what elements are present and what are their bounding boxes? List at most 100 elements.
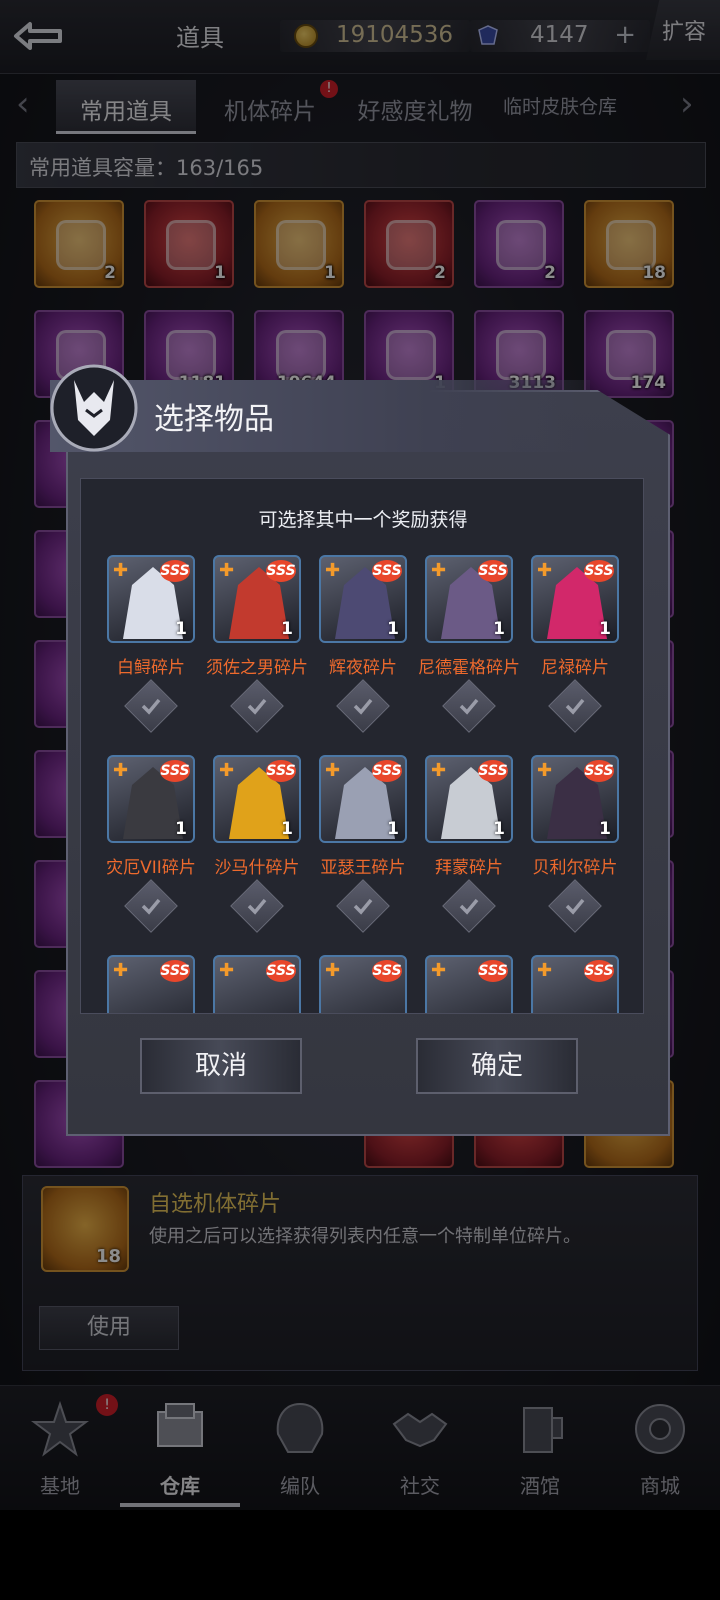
rarity-badge: SSS — [372, 760, 402, 782]
select-checkbox[interactable] — [336, 879, 390, 933]
fragment-star-icon: ✚ — [113, 960, 129, 981]
checkmark-icon — [565, 898, 585, 915]
reward-choice[interactable]: ✚ SSS 1 尼禄碎片 — [525, 555, 625, 745]
mech-portrait[interactable]: ✚ SSS — [319, 955, 407, 1013]
fragment-star-icon: ✚ — [537, 960, 553, 981]
rarity-badge: SSS — [584, 760, 614, 782]
select-checkbox[interactable] — [230, 679, 284, 733]
select-checkbox[interactable] — [548, 879, 602, 933]
checkmark-icon — [353, 698, 373, 715]
fragment-star-icon: ✚ — [219, 560, 235, 581]
mech-portrait: ✚ SSS 1 — [213, 555, 301, 643]
reward-choice[interactable]: ✚ SSS 1 贝利尔碎片 — [525, 755, 625, 945]
select-checkbox[interactable] — [336, 679, 390, 733]
rarity-badge: SSS — [266, 960, 296, 982]
mech-emblem-icon — [50, 364, 138, 452]
rarity-badge: SSS — [372, 560, 402, 582]
reward-choice[interactable]: ✚ SSS 1 辉夜碎片 — [313, 555, 413, 745]
fragment-star-icon: ✚ — [325, 760, 341, 781]
rarity-badge: SSS — [584, 560, 614, 582]
mech-portrait: ✚ SSS 1 — [531, 555, 619, 643]
reward-choice[interactable]: ✚ SSS 1 沙马什碎片 — [207, 755, 307, 945]
reward-choice[interactable]: ✚ SSS 1 灾厄VII碎片 — [101, 755, 201, 945]
select-checkbox[interactable] — [124, 879, 178, 933]
checkmark-icon — [353, 898, 373, 915]
choice-name: 尼禄碎片 — [541, 658, 609, 678]
fragment-count: 1 — [387, 619, 399, 639]
choice-name: 辉夜碎片 — [329, 658, 397, 678]
reward-choice[interactable]: ✚ SSS 1 亚瑟王碎片 — [313, 755, 413, 945]
fragment-star-icon: ✚ — [431, 760, 447, 781]
select-checkbox[interactable] — [548, 679, 602, 733]
rarity-badge: SSS — [266, 560, 296, 582]
reward-choice[interactable]: ✚ SSS 1 拜蒙碎片 — [419, 755, 519, 945]
fragment-count: 1 — [175, 619, 187, 639]
checkmark-icon — [459, 898, 479, 915]
choice-name: 灾厄VII碎片 — [106, 858, 196, 878]
choice-name: 亚瑟王碎片 — [320, 858, 406, 878]
select-checkbox[interactable] — [442, 679, 496, 733]
mech-portrait[interactable]: ✚ SSS — [107, 955, 195, 1013]
choice-name: 拜蒙碎片 — [435, 858, 503, 878]
choice-name: 尼德霍格碎片 — [418, 658, 520, 678]
fragment-star-icon: ✚ — [431, 960, 447, 981]
rarity-badge: SSS — [160, 760, 190, 782]
fragment-count: 1 — [493, 819, 505, 839]
fragment-count: 1 — [493, 619, 505, 639]
fragment-star-icon: ✚ — [325, 960, 341, 981]
select-checkbox[interactable] — [124, 679, 178, 733]
game-screen: 道具 19104536 4147 + 扩容 ‹ 常用道具 机体碎片 ! 好感度礼… — [0, 0, 720, 1510]
rarity-badge: SSS — [266, 760, 296, 782]
rarity-badge: SSS — [584, 960, 614, 982]
confirm-button[interactable]: 确定 — [416, 1038, 578, 1094]
fragment-count: 1 — [599, 819, 611, 839]
mech-portrait[interactable]: ✚ SSS — [425, 955, 513, 1013]
fragment-count: 1 — [281, 619, 293, 639]
checkmark-icon — [247, 898, 267, 915]
choice-list[interactable]: 可选择其中一个奖励获得 ✚ SSS 1 白鲟碎片 ✚ SSS 1 须佐之男碎片 ✚ SSS 1 辉夜碎… — [80, 478, 644, 1014]
fragment-star-icon: ✚ — [537, 560, 553, 581]
dialog-title: 选择物品 — [154, 402, 274, 437]
fragment-star-icon: ✚ — [537, 760, 553, 781]
mech-portrait: ✚ SSS 1 — [425, 755, 513, 843]
rarity-badge: SSS — [478, 560, 508, 582]
mech-portrait[interactable]: ✚ SSS — [531, 955, 619, 1013]
fragment-star-icon: ✚ — [219, 760, 235, 781]
choice-name: 贝利尔碎片 — [532, 858, 618, 878]
dialog-subtitle: 可选择其中一个奖励获得 — [258, 509, 468, 531]
fragment-count: 1 — [599, 619, 611, 639]
choice-name: 须佐之男碎片 — [206, 658, 308, 678]
fragment-count: 1 — [281, 819, 293, 839]
mech-portrait: ✚ SSS 1 — [531, 755, 619, 843]
checkmark-icon — [247, 698, 267, 715]
fragment-count: 1 — [175, 819, 187, 839]
choice-name: 白鲟碎片 — [117, 658, 185, 678]
select-checkbox[interactable] — [230, 879, 284, 933]
fragment-star-icon: ✚ — [113, 560, 129, 581]
checkmark-icon — [141, 698, 161, 715]
checkmark-icon — [459, 698, 479, 715]
choice-name: 沙马什碎片 — [214, 858, 300, 878]
fragment-count: 1 — [387, 819, 399, 839]
select-checkbox[interactable] — [442, 879, 496, 933]
cancel-button[interactable]: 取消 — [140, 1038, 302, 1094]
rarity-badge: SSS — [160, 960, 190, 982]
rarity-badge: SSS — [372, 960, 402, 982]
mech-portrait: ✚ SSS 1 — [425, 555, 513, 643]
rarity-badge: SSS — [478, 760, 508, 782]
checkmark-icon — [565, 698, 585, 715]
fragment-star-icon: ✚ — [113, 760, 129, 781]
rarity-badge: SSS — [478, 960, 508, 982]
mech-portrait: ✚ SSS 1 — [213, 755, 301, 843]
reward-choice[interactable]: ✚ SSS 1 尼德霍格碎片 — [418, 555, 520, 745]
mech-portrait: ✚ SSS 1 — [107, 555, 195, 643]
fragment-star-icon: ✚ — [219, 960, 235, 981]
fragment-star-icon: ✚ — [325, 560, 341, 581]
mech-portrait[interactable]: ✚ SSS — [213, 955, 301, 1013]
mech-portrait: ✚ SSS 1 — [107, 755, 195, 843]
mech-portrait: ✚ SSS 1 — [319, 555, 407, 643]
fragment-star-icon: ✚ — [431, 560, 447, 581]
mech-portrait: ✚ SSS 1 — [319, 755, 407, 843]
reward-choice[interactable]: ✚ SSS 1 须佐之男碎片 — [206, 555, 308, 745]
reward-choice[interactable]: ✚ SSS 1 白鲟碎片 — [101, 555, 201, 745]
